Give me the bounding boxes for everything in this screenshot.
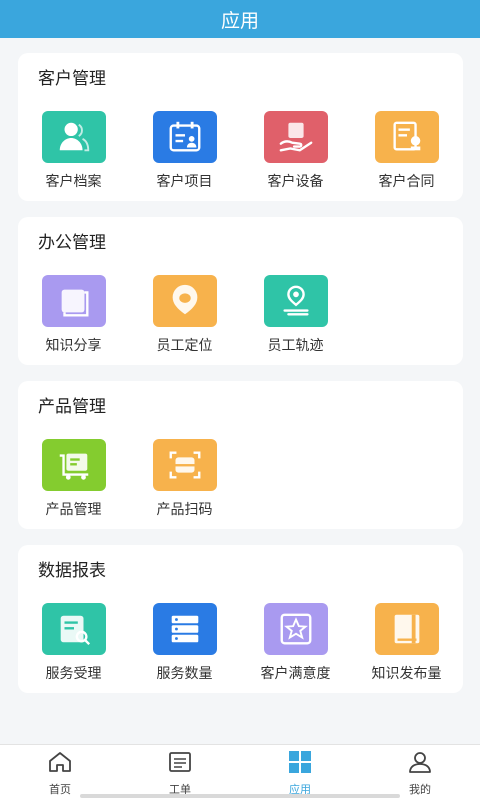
app-item-product-manage[interactable]: 产品管理: [18, 439, 129, 519]
customer-project-icon: [152, 111, 217, 163]
apps-icon: [287, 749, 313, 779]
staff-track-icon: [263, 275, 328, 327]
app-item-service-accept[interactable]: 服务受理: [18, 603, 129, 683]
main-content: 客户管理 客户档案 客户项目 客户设备 客户合同 办公管理 知识分享 员工定位 …: [18, 53, 463, 709]
app-item-customer-contract[interactable]: 客户合同: [351, 111, 462, 191]
app-header: 应用: [0, 0, 480, 38]
product-manage-icon: [41, 439, 106, 491]
tab-profile[interactable]: 我的: [360, 745, 480, 800]
section-customer-management: 客户管理 客户档案 客户项目 客户设备 客户合同: [18, 53, 463, 201]
tab-label: 首页: [49, 782, 71, 796]
app-item-product-scan[interactable]: 产品扫码: [129, 439, 240, 519]
customer-contract-icon: [374, 111, 439, 163]
section-office-management: 办公管理 知识分享 员工定位 员工轨迹: [18, 217, 463, 365]
item-label: 员工定位: [156, 338, 213, 354]
bottom-tab-bar: 首页 工单 应用 我的: [0, 744, 480, 800]
tab-work-order[interactable]: 工单: [120, 745, 240, 800]
item-grid: 服务受理 服务数量 客户满意度 知识发布量: [18, 603, 463, 683]
tab-label: 我的: [409, 782, 431, 796]
app-item-satisfaction[interactable]: 客户满意度: [240, 603, 351, 683]
tab-apps[interactable]: 应用: [240, 745, 360, 800]
section-title: 产品管理: [38, 397, 106, 417]
profile-icon: [407, 749, 433, 779]
item-label: 服务数量: [156, 666, 213, 682]
app-item-customer-device[interactable]: 客户设备: [240, 111, 351, 191]
customer-device-icon: [263, 111, 328, 163]
knowledge-share-icon: [41, 275, 106, 327]
app-item-knowledge-share[interactable]: 知识分享: [18, 275, 129, 355]
section-title: 客户管理: [38, 69, 106, 89]
section-title: 数据报表: [38, 561, 106, 581]
item-label: 客户合同: [378, 174, 435, 190]
section-product-management: 产品管理 产品管理 产品扫码: [18, 381, 463, 529]
app-item-customer-profile[interactable]: 客户档案: [18, 111, 129, 191]
app-item-customer-project[interactable]: 客户项目: [129, 111, 240, 191]
satisfaction-icon: [263, 603, 328, 655]
page-title: 应用: [220, 9, 259, 32]
item-label: 员工轨迹: [267, 338, 324, 354]
home-icon: [47, 749, 73, 779]
app-item-staff-location[interactable]: 员工定位: [129, 275, 240, 355]
app-item-service-count[interactable]: 服务数量: [129, 603, 240, 683]
service-accept-icon: [41, 603, 106, 655]
item-label: 服务受理: [45, 666, 102, 682]
item-grid: 客户档案 客户项目 客户设备 客户合同: [18, 111, 463, 191]
work-order-icon: [167, 749, 193, 779]
item-label: 客户项目: [156, 174, 213, 190]
item-label: 客户档案: [45, 174, 102, 190]
product-scan-icon: [152, 439, 217, 491]
service-count-icon: [152, 603, 217, 655]
item-grid: 产品管理 产品扫码: [18, 439, 463, 519]
customer-profile-icon: [41, 111, 106, 163]
item-grid: 知识分享 员工定位 员工轨迹: [18, 275, 463, 355]
section-data-reports: 数据报表 服务受理 服务数量 客户满意度 知识发布量: [18, 545, 463, 693]
tab-home[interactable]: 首页: [0, 745, 120, 800]
item-label: 知识发布量: [371, 666, 442, 682]
item-label: 客户设备: [267, 174, 324, 190]
app-item-knowledge-publish[interactable]: 知识发布量: [351, 603, 462, 683]
staff-location-icon: [152, 275, 217, 327]
item-label: 客户满意度: [260, 666, 331, 682]
app-item-staff-track[interactable]: 员工轨迹: [240, 275, 351, 355]
item-label: 产品管理: [45, 502, 102, 518]
knowledge-publish-icon: [374, 603, 439, 655]
section-title: 办公管理: [38, 233, 106, 253]
item-label: 知识分享: [45, 338, 102, 354]
item-label: 产品扫码: [156, 502, 213, 518]
home-indicator: [80, 794, 400, 798]
